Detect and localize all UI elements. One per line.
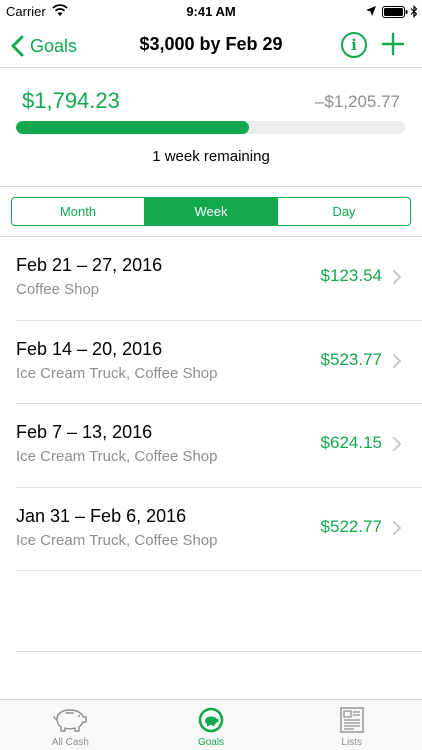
info-button[interactable]: i — [341, 32, 367, 58]
remaining-amount: –$1,205.77 — [314, 92, 400, 111]
week-amount: $624.15 — [320, 433, 382, 452]
segment-day[interactable]: Day — [277, 198, 410, 225]
battery-icon — [382, 6, 408, 18]
week-amount: $522.77 — [320, 516, 382, 536]
divider — [0, 186, 422, 187]
back-button-label: Goals — [30, 35, 78, 56]
chevron-right-icon — [393, 353, 401, 368]
chevron-right-icon — [393, 437, 401, 451]
week-amount: $523.77 — [320, 349, 382, 369]
week-sources: Ice Cream Truck, Coffee Shop — [16, 531, 218, 549]
list-document-icon — [339, 707, 364, 733]
tab-bar: All Cash Goals Lists — [0, 699, 422, 750]
goal-progress-bar — [16, 121, 405, 134]
status-time: 9:41 AM — [186, 4, 236, 19]
back-button[interactable]: Goals — [10, 32, 77, 60]
piggy-bank-icon — [53, 709, 88, 732]
chevron-right-icon — [393, 520, 401, 535]
week-list: Feb 21 – 27, 2016 Coffee Shop $123.54 Fe… — [0, 237, 422, 571]
divider — [16, 651, 422, 652]
navigation-bar: Goals $3,000 by Feb 29 i — [0, 24, 422, 68]
tab-goals-label: Goals — [197, 737, 225, 748]
segment-month[interactable]: Month — [12, 198, 144, 225]
week-sources: Ice Cream Truck, Coffee Shop — [16, 364, 218, 382]
list-item[interactable]: Feb 14 – 20, 2016 Ice Cream Truck, Coffe… — [0, 321, 422, 405]
week-range: Jan 31 – Feb 6, 2016 — [16, 505, 187, 526]
add-button[interactable] — [381, 31, 405, 57]
list-item[interactable]: Feb 7 – 13, 2016 Ice Cream Truck, Coffee… — [0, 404, 422, 488]
list-item[interactable]: Jan 31 – Feb 6, 2016 Ice Cream Truck, Co… — [0, 488, 422, 572]
week-amount: $123.54 — [320, 266, 382, 285]
info-icon: i — [351, 36, 357, 54]
bluetooth-icon — [410, 5, 418, 18]
week-sources: Ice Cream Truck, Coffee Shop — [16, 448, 218, 465]
time-remaining-label: 1 week remaining — [152, 148, 270, 165]
week-range: Feb 21 – 27, 2016 — [16, 255, 163, 275]
tab-all-cash[interactable]: All Cash — [0, 700, 141, 750]
saved-amount: $1,794.23 — [22, 88, 120, 113]
week-range: Feb 7 – 13, 2016 — [16, 422, 153, 442]
tab-lists-label: Lists — [341, 737, 362, 748]
chevron-left-icon — [11, 35, 24, 57]
list-item[interactable]: Feb 21 – 27, 2016 Coffee Shop $123.54 — [0, 237, 422, 321]
week-sources: Coffee Shop — [16, 281, 100, 298]
tab-lists[interactable]: Lists — [281, 700, 422, 750]
location-arrow-icon — [366, 6, 376, 16]
goal-icon — [198, 707, 224, 733]
period-segmented-control: Month Week Day — [11, 197, 411, 226]
week-range: Feb 14 – 20, 2016 — [16, 338, 163, 359]
segment-week[interactable]: Week — [144, 198, 277, 225]
tab-goals[interactable]: Goals — [141, 700, 282, 750]
status-bar: Carrier 9:41 AM — [0, 0, 422, 24]
chevron-right-icon — [393, 270, 401, 284]
tab-all-cash-label: All Cash — [51, 737, 89, 748]
goal-progress-fill — [16, 121, 250, 134]
